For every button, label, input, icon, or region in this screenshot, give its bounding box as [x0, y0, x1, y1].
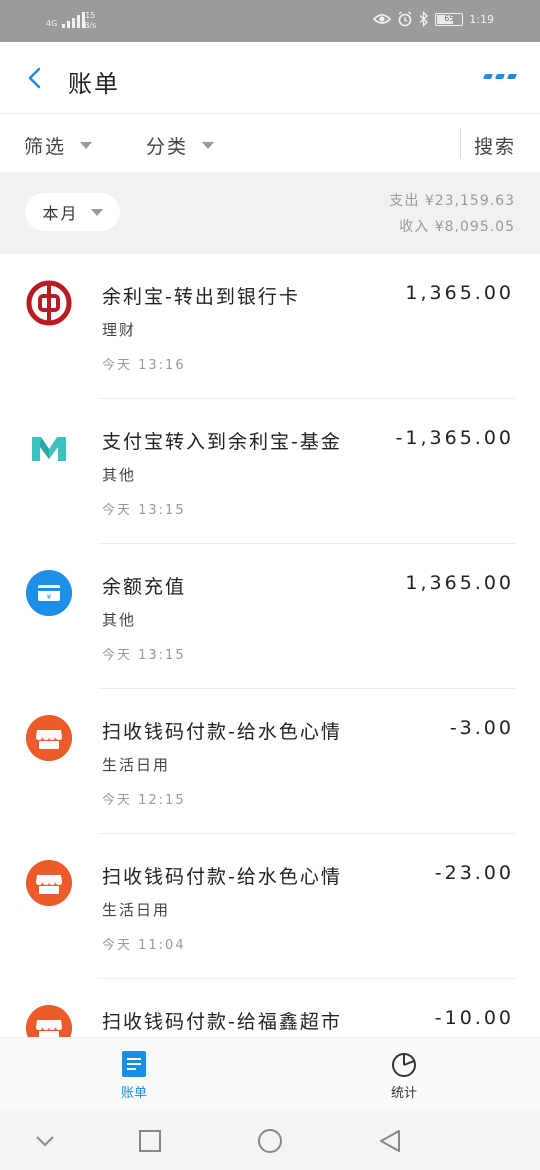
- transaction-amount: -10.00: [434, 1007, 514, 1029]
- recharge-icon: ¥: [26, 570, 72, 616]
- list-item[interactable]: ¥ 余额充值 其他 今天 13:15 1,365.00: [0, 544, 540, 689]
- battery-icon: 65: [435, 12, 464, 26]
- month-selector[interactable]: 本月: [25, 193, 120, 231]
- eye-icon: [373, 14, 392, 24]
- list-item[interactable]: 扫收钱码付款-给水色心情 生活日用 今天 11:04 -23.00: [0, 834, 540, 979]
- bottom-tab-bar: 账单 统计: [0, 1037, 540, 1111]
- recent-apps-icon[interactable]: [137, 1128, 163, 1154]
- transaction-name: 扫收钱码付款-给水色心情: [102, 866, 342, 888]
- caret-down-icon: [90, 208, 103, 216]
- system-nav-bar: [0, 1111, 540, 1170]
- more-dots-icon[interactable]: [483, 74, 517, 79]
- page-title: 账单: [68, 70, 120, 98]
- bill-list-icon: [122, 1051, 146, 1077]
- filter-dropdown[interactable]: 筛选: [24, 132, 93, 159]
- tab-stats[interactable]: 统计: [344, 1050, 464, 1101]
- transaction-category: 生活日用: [102, 901, 171, 919]
- shop-icon: [26, 860, 72, 906]
- transaction-category: 生活日用: [102, 756, 171, 774]
- network-type: 4G: [46, 19, 58, 28]
- tab-bill-label: 账单: [120, 1086, 147, 1101]
- chevron-down-icon[interactable]: [32, 1128, 58, 1154]
- transaction-name: 扫收钱码付款-给福鑫超市: [102, 1011, 342, 1033]
- search-button[interactable]: 搜索: [474, 132, 516, 159]
- svg-text:¥: ¥: [47, 593, 52, 601]
- transaction-category: 其他: [102, 611, 137, 629]
- shop-icon: [26, 715, 72, 761]
- app-header: 账单: [0, 42, 540, 114]
- network-speed: 15 B/s: [84, 11, 97, 30]
- transaction-date: 今天 13:15: [102, 503, 186, 518]
- transaction-amount: -3.00: [449, 717, 514, 739]
- mybank-icon: [26, 425, 72, 471]
- transaction-category: 其他: [102, 466, 137, 484]
- status-time: 1:19: [469, 12, 494, 26]
- transaction-amount: 1,365.00: [405, 282, 514, 304]
- expense-summary: 支出 ¥23,159.63: [389, 193, 515, 209]
- list-item[interactable]: 余利宝-转出到银行卡 理财 今天 13:16 1,365.00: [0, 254, 540, 399]
- transaction-amount: -1,365.00: [395, 427, 514, 449]
- transaction-amount: 1,365.00: [405, 572, 514, 594]
- tab-stats-label: 统计: [390, 1086, 417, 1101]
- month-label: 本月: [42, 204, 79, 223]
- transaction-date: 今天 11:04: [102, 938, 186, 953]
- bluetooth-icon: [419, 11, 429, 27]
- signal-indicator: 4G: [46, 12, 86, 28]
- alarm-icon: [398, 11, 412, 27]
- caret-down-icon: [202, 142, 215, 149]
- filter-bar: 筛选 分类 搜索: [0, 114, 540, 172]
- category-label: 分类: [146, 136, 189, 158]
- caret-down-icon: [80, 142, 93, 149]
- filter-label: 筛选: [24, 136, 67, 158]
- back-triangle-icon[interactable]: [377, 1128, 403, 1154]
- transaction-date: 今天 13:16: [102, 358, 186, 373]
- category-dropdown[interactable]: 分类: [146, 132, 215, 159]
- transaction-amount: -23.00: [434, 862, 514, 884]
- income-summary: 收入 ¥8,095.05: [399, 219, 515, 235]
- month-summary: 本月 支出 ¥23,159.63 收入 ¥8,095.05: [0, 172, 540, 254]
- transaction-date: 今天 12:15: [102, 793, 186, 808]
- transaction-name: 余利宝-转出到银行卡: [102, 286, 300, 308]
- bank-of-china-icon: [26, 280, 72, 326]
- transaction-list: 余利宝-转出到银行卡 理财 今天 13:16 1,365.00 支付宝转入到余利…: [0, 254, 540, 1124]
- divider: [460, 128, 461, 158]
- list-item[interactable]: 支付宝转入到余利宝-基金 其他 今天 13:15 -1,365.00: [0, 399, 540, 544]
- list-item[interactable]: 扫收钱码付款-给水色心情 生活日用 今天 12:15 -3.00: [0, 689, 540, 834]
- status-bar: 4G 15 B/s 65 1:19: [0, 0, 540, 42]
- transaction-date: 今天 13:15: [102, 648, 186, 663]
- transaction-name: 余额充值: [102, 576, 187, 598]
- transaction-name: 扫收钱码付款-给水色心情: [102, 721, 342, 743]
- transaction-category: 理财: [102, 321, 137, 339]
- transaction-name: 支付宝转入到余利宝-基金: [102, 431, 342, 453]
- tab-bill[interactable]: 账单: [74, 1050, 194, 1101]
- pie-chart-icon: [392, 1053, 416, 1077]
- chevron-left-icon[interactable]: [22, 64, 50, 92]
- home-icon[interactable]: [257, 1128, 283, 1154]
